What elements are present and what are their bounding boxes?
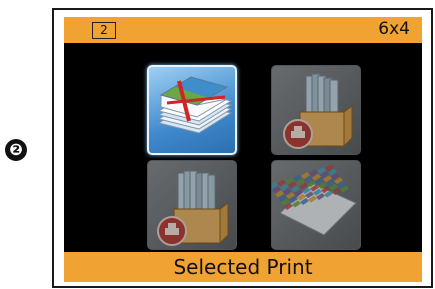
tile-print-from-box[interactable] bbox=[271, 65, 361, 155]
tile-print-from-box-2[interactable] bbox=[147, 160, 237, 250]
index-sheet-icon bbox=[272, 164, 357, 236]
status-bar: 2 6x4 bbox=[64, 17, 422, 43]
photo-box-printer-icon bbox=[283, 73, 353, 149]
mode-bar: Selected Print bbox=[64, 252, 422, 282]
photo-stack-icon bbox=[157, 76, 233, 134]
lcd-screen: 2 6x4 Selected Print bbox=[64, 17, 422, 282]
lcd-frame: 2 6x4 Selected Print bbox=[52, 8, 433, 288]
copies-count: 2 bbox=[92, 22, 116, 39]
tile-index-print[interactable] bbox=[271, 160, 361, 250]
step-number-badge: ❷ bbox=[5, 139, 27, 161]
photo-box-printer-icon bbox=[157, 170, 229, 246]
tile-print-all-photos[interactable] bbox=[147, 65, 237, 155]
selected-mode-label: Selected Print bbox=[173, 255, 313, 279]
paper-size-label: 6x4 bbox=[378, 19, 410, 39]
